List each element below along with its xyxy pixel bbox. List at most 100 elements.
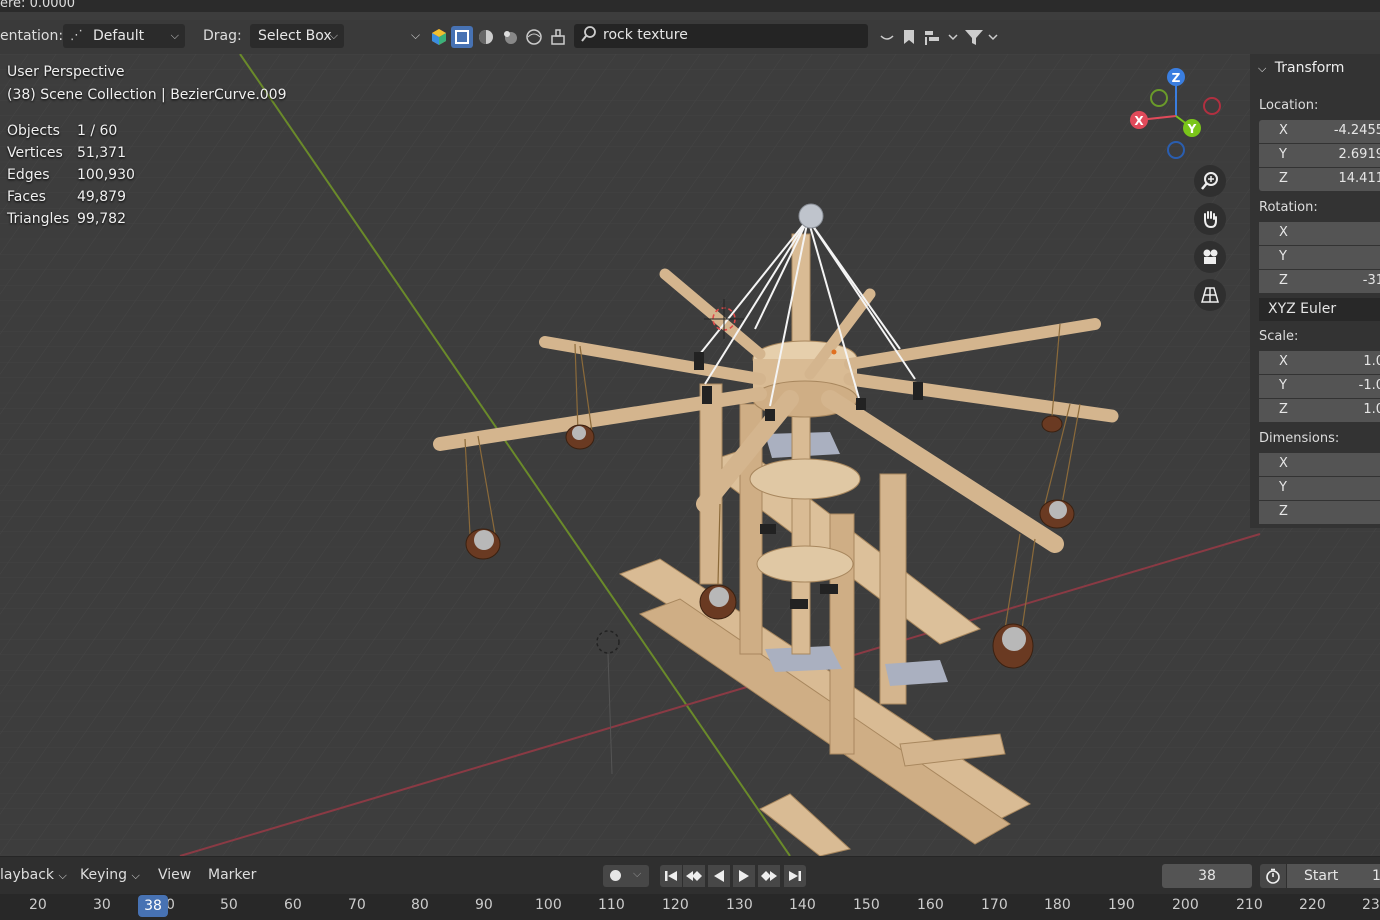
scale-y-value: -1.0 — [1358, 378, 1380, 393]
shading-toggle-icon[interactable] — [876, 26, 898, 48]
orientation-label: entation: — [0, 28, 64, 44]
play-reverse-icon[interactable] — [708, 865, 730, 887]
rotation-label: Rotation: — [1259, 200, 1318, 215]
view-perspective-text: User Perspective — [7, 64, 125, 80]
location-z-value: 14.411 — [1338, 171, 1380, 186]
prev-keyframe-icon[interactable] — [683, 865, 705, 887]
stat-edges-value: 100,930 — [77, 167, 135, 183]
axis-label: X — [1279, 123, 1288, 138]
search-input[interactable]: rock texture — [574, 24, 868, 48]
frame-ruler[interactable]: 20 30 0 50 60 70 80 90 100 110 120 130 1… — [0, 894, 1380, 920]
ruler-tick: 30 — [93, 897, 111, 913]
marker-menu[interactable]: Marker — [208, 867, 256, 883]
ruler-tick: 50 — [220, 897, 238, 913]
transform-title: Transform — [1274, 60, 1345, 76]
scale-y-field[interactable]: Y -1.0 — [1259, 375, 1380, 398]
scale-label: Scale: — [1259, 329, 1299, 344]
location-z-field[interactable]: Z 14.411 — [1259, 168, 1380, 191]
hierarchy-view-icon[interactable] — [921, 26, 961, 48]
orientation-icon: ⋰ — [70, 28, 83, 43]
axis-label: X — [1279, 354, 1288, 369]
rotation-z-field[interactable]: Z -31 — [1259, 270, 1380, 293]
stopwatch-icon[interactable] — [1260, 864, 1286, 888]
asset-browser-icon[interactable] — [547, 26, 569, 48]
stat-vertices-value: 51,371 — [77, 145, 126, 161]
chevron-down-icon: ⌵ — [170, 29, 179, 42]
jump-start-icon[interactable] — [660, 865, 682, 887]
rotation-x-field[interactable]: X — [1259, 222, 1380, 245]
ruler-tick: 150 — [853, 897, 880, 913]
ruler-tick: 130 — [726, 897, 753, 913]
next-keyframe-icon[interactable] — [758, 865, 780, 887]
scale-z-field[interactable]: Z 1.0 — [1259, 399, 1380, 422]
rotation-mode-value: XYZ Euler — [1268, 301, 1337, 317]
playback-label: layback — [0, 867, 55, 883]
ruler-tick: 110 — [598, 897, 625, 913]
gizmo-x-label: X — [1134, 114, 1144, 128]
drag-label: Drag: — [203, 28, 242, 44]
stat-triangles-value: 99,782 — [77, 211, 126, 227]
orientation-value: Default — [93, 28, 145, 44]
location-x-field[interactable]: X -4.2455 — [1259, 120, 1380, 143]
record-icon — [610, 870, 621, 881]
zoom-icon[interactable] — [1194, 165, 1226, 197]
view-menu[interactable]: View — [158, 867, 191, 883]
bookmark-icon[interactable] — [898, 26, 920, 48]
material-preview-icon[interactable] — [499, 26, 521, 48]
ruler-tick: 90 — [475, 897, 493, 913]
ruler-tick: 140 — [789, 897, 816, 913]
playback-menu[interactable]: layback ⌵ — [0, 867, 67, 883]
gizmo-neg-x[interactable] — [1203, 97, 1221, 115]
playhead-frame-indicator[interactable]: 38 — [138, 895, 168, 917]
solid-shading-icon[interactable] — [475, 26, 497, 48]
auto-keying-button[interactable]: ⌵ — [603, 865, 649, 887]
dimensions-y-field[interactable]: Y — [1259, 477, 1380, 500]
search-icon — [580, 25, 598, 47]
chevron-down-icon[interactable]: ⌵ — [411, 28, 420, 43]
ruler-tick: 120 — [662, 897, 689, 913]
3d-viewport[interactable] — [0, 54, 1380, 856]
ruler-tick: 100 — [535, 897, 562, 913]
chevron-down-icon: ⌵ — [329, 29, 338, 42]
material-icon[interactable] — [428, 26, 450, 48]
ruler-tick: 70 — [348, 897, 366, 913]
rotation-mode-dropdown[interactable]: XYZ Euler — [1259, 298, 1380, 321]
axis-label: Z — [1279, 504, 1288, 519]
camera-view-icon[interactable] — [1194, 241, 1226, 273]
grid-projection-icon[interactable] — [1194, 279, 1226, 311]
rendered-shading-icon[interactable] — [523, 26, 545, 48]
drag-dropdown[interactable]: Select Box ⌵ — [250, 24, 344, 48]
filter-icon[interactable] — [961, 26, 1001, 48]
jump-end-icon[interactable] — [784, 865, 806, 887]
select-box-mode-icon[interactable] — [451, 26, 473, 48]
ruler-tick: 210 — [1236, 897, 1263, 913]
rotation-y-field[interactable]: Y — [1259, 246, 1380, 269]
axis-label: Y — [1279, 249, 1287, 264]
start-frame-field[interactable]: Start 1 — [1287, 864, 1380, 888]
axis-label: Z — [1279, 402, 1288, 417]
playhead-frame-value: 38 — [144, 898, 162, 914]
dimensions-z-field[interactable]: Z — [1259, 501, 1380, 524]
axis-label: Y — [1279, 480, 1287, 495]
ruler-tick: 200 — [1172, 897, 1199, 913]
navigation-gizmo[interactable]: Z X Y — [1120, 62, 1230, 162]
keying-menu[interactable]: Keying ⌵ — [80, 867, 140, 883]
viewport-scene[interactable] — [0, 54, 1380, 856]
axis-label: Z — [1279, 171, 1288, 186]
transform-header[interactable]: ⌵ Transform — [1258, 60, 1344, 76]
play-icon[interactable] — [733, 865, 755, 887]
location-y-field[interactable]: Y 2.6919 — [1259, 144, 1380, 167]
axis-label: Y — [1279, 147, 1287, 162]
location-label: Location: — [1259, 98, 1319, 113]
orientation-dropdown[interactable]: ⋰ Default ⌵ — [63, 24, 185, 48]
gizmo-neg-z[interactable] — [1167, 141, 1185, 159]
chevron-down-icon: ⌵ — [1258, 62, 1267, 75]
location-y-value: 2.6919 — [1338, 147, 1380, 162]
scale-x-value: 1.0 — [1363, 354, 1380, 369]
scale-x-field[interactable]: X 1.0 — [1259, 351, 1380, 374]
timeline-header: layback ⌵ Keying ⌵ View Marker ⌵ 38 Star… — [0, 856, 1380, 895]
current-frame-field[interactable]: 38 — [1162, 864, 1252, 888]
gizmo-neg-y[interactable] — [1150, 89, 1168, 107]
pan-hand-icon[interactable] — [1194, 203, 1226, 235]
dimensions-x-field[interactable]: X — [1259, 453, 1380, 476]
